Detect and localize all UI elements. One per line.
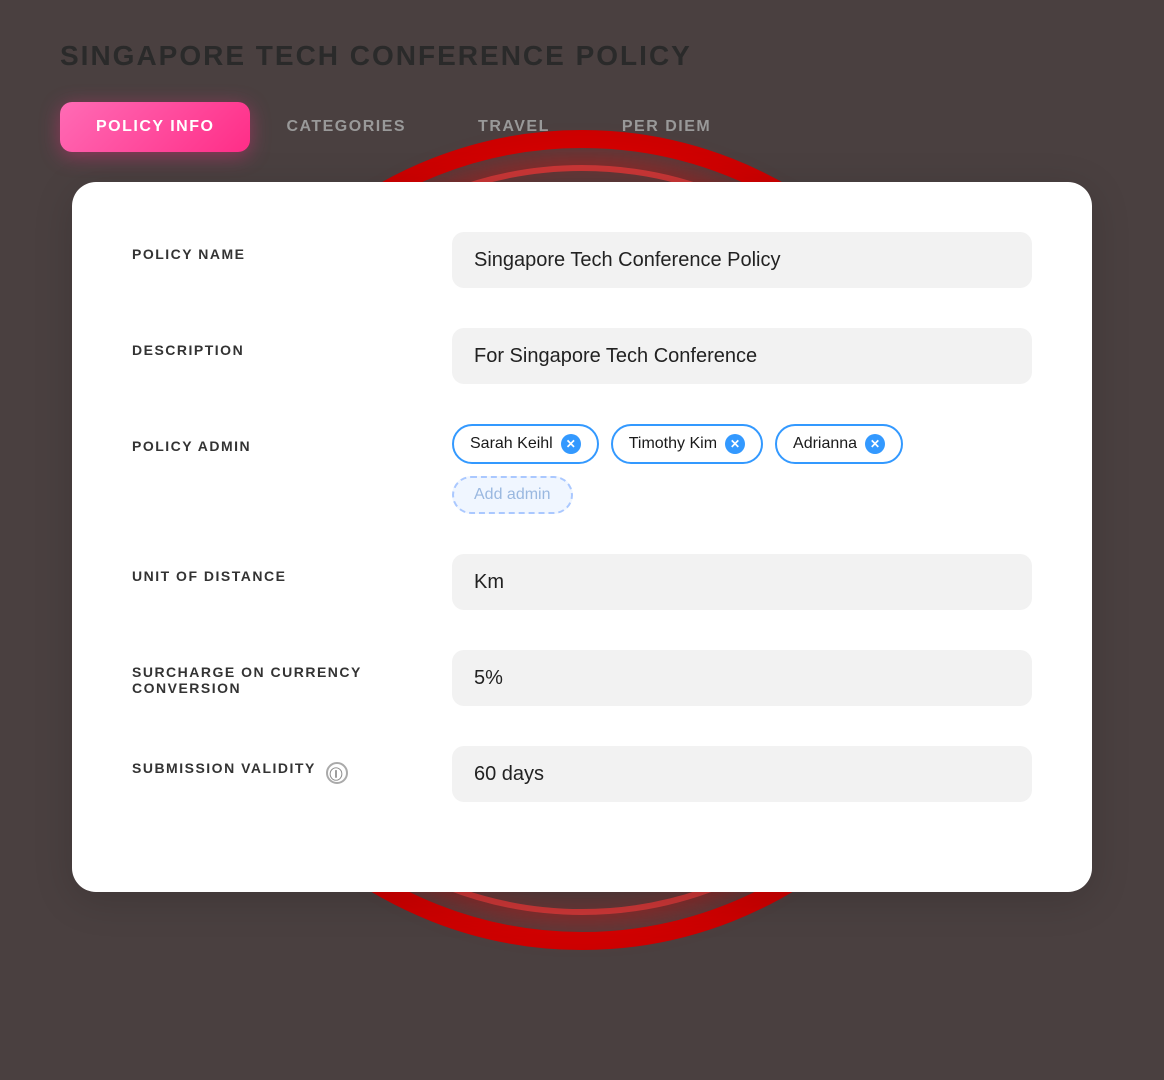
remove-icon-timothy[interactable]: ✕ bbox=[725, 434, 745, 454]
surcharge-label: SURCHARGE ON CURRENCY CONVERSION bbox=[132, 650, 412, 696]
form-row-surcharge: SURCHARGE ON CURRENCY CONVERSION 5% bbox=[132, 650, 1032, 706]
submission-validity-info-icon[interactable]: ⓘ bbox=[326, 762, 348, 784]
policy-name-value[interactable]: Singapore Tech Conference Policy bbox=[452, 232, 1032, 288]
admin-tag-timothy[interactable]: Timothy Kim ✕ bbox=[611, 424, 763, 464]
form-row-description: DESCRIPTION For Singapore Tech Conferenc… bbox=[132, 328, 1032, 384]
tab-categories[interactable]: CATEGORIES bbox=[250, 102, 442, 152]
form-row-policy-admin: POLICY ADMIN Sarah Keihl ✕ Timothy Kim ✕… bbox=[132, 424, 1032, 514]
remove-icon-adrianna[interactable]: ✕ bbox=[865, 434, 885, 454]
policy-admin-label: POLICY ADMIN bbox=[132, 424, 412, 454]
form-row-submission-validity: SUBMISSION VALIDITY ⓘ 60 days bbox=[132, 746, 1032, 802]
add-admin-button[interactable]: Add admin bbox=[452, 476, 573, 514]
submission-validity-label: SUBMISSION VALIDITY ⓘ bbox=[132, 746, 412, 784]
tab-travel[interactable]: TRAVEL bbox=[442, 102, 586, 152]
surcharge-value[interactable]: 5% bbox=[452, 650, 1032, 706]
unit-of-distance-value[interactable]: Km bbox=[452, 554, 1032, 610]
admin-area: Sarah Keihl ✕ Timothy Kim ✕ Adrianna ✕ A… bbox=[452, 424, 1032, 514]
form-row-policy-name: POLICY NAME Singapore Tech Conference Po… bbox=[132, 232, 1032, 288]
policy-form-card: POLICY NAME Singapore Tech Conference Po… bbox=[72, 182, 1092, 892]
page-title: SINGAPORE TECH CONFERENCE POLICY bbox=[60, 40, 1104, 72]
admin-name-adrianna: Adrianna bbox=[793, 435, 857, 453]
description-value[interactable]: For Singapore Tech Conference bbox=[452, 328, 1032, 384]
policy-name-label: POLICY NAME bbox=[132, 232, 412, 262]
admin-name-sarah: Sarah Keihl bbox=[470, 435, 553, 453]
page-wrapper: SINGAPORE TECH CONFERENCE POLICY POLICY … bbox=[0, 0, 1164, 1080]
description-label: DESCRIPTION bbox=[132, 328, 412, 358]
form-row-unit-of-distance: UNIT OF DISTANCE Km bbox=[132, 554, 1032, 610]
remove-icon-sarah[interactable]: ✕ bbox=[561, 434, 581, 454]
tabs-row: POLICY INFO CATEGORIES TRAVEL PER DIEM bbox=[60, 102, 1104, 152]
tab-policy-info[interactable]: POLICY INFO bbox=[60, 102, 250, 152]
tab-per-diem[interactable]: PER DIEM bbox=[586, 102, 747, 152]
admin-tag-sarah[interactable]: Sarah Keihl ✕ bbox=[452, 424, 599, 464]
admin-tag-adrianna[interactable]: Adrianna ✕ bbox=[775, 424, 903, 464]
unit-of-distance-label: UNIT OF DISTANCE bbox=[132, 554, 412, 584]
admin-name-timothy: Timothy Kim bbox=[629, 435, 717, 453]
submission-validity-value[interactable]: 60 days bbox=[452, 746, 1032, 802]
